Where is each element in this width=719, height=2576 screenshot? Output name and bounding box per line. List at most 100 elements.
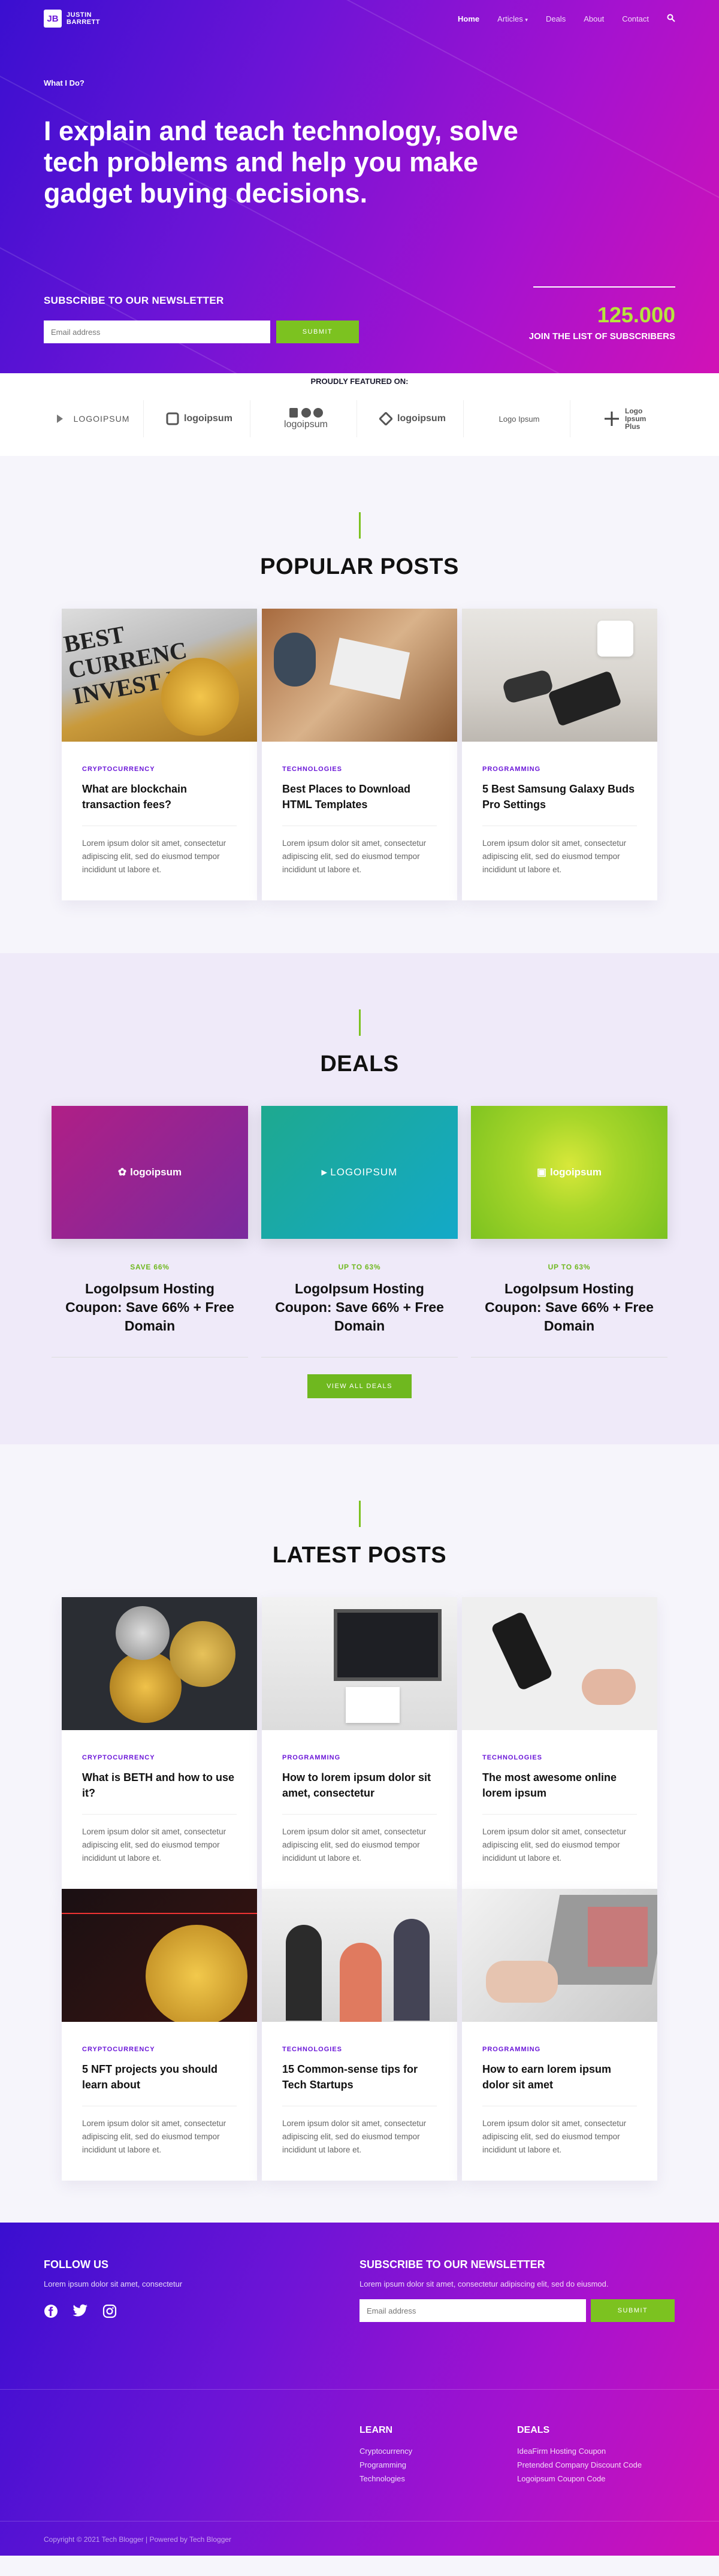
deal-card[interactable]: ✿ logoipsum SAVE 66% LogoIpsum Hosting C… — [52, 1106, 248, 1357]
post-card[interactable]: CRYPTOCURRENCY 5 NFT projects you should… — [62, 1889, 257, 2181]
logo-text: JUSTIN BARRETT — [67, 11, 101, 26]
footer: FOLLOW US Lorem ipsum dolor sit amet, co… — [0, 2223, 719, 2556]
post-excerpt: Lorem ipsum dolor sit amet, consectetur … — [282, 839, 427, 874]
post-category[interactable]: TECHNOLOGIES — [482, 1754, 637, 1761]
logo-icon: ▸ — [321, 1166, 327, 1178]
post-image-desk-work — [262, 609, 457, 742]
post-title[interactable]: The most awesome online lorem ipsum — [482, 1770, 637, 1801]
newsletter-submit-button[interactable]: SUBMIT — [276, 321, 359, 343]
hero-eyebrow: What I Do? — [44, 78, 84, 87]
post-image-coins — [62, 1597, 257, 1730]
post-category[interactable]: TECHNOLOGIES — [282, 2046, 437, 2053]
footer-submit-button[interactable]: SUBMIT — [591, 2299, 675, 2322]
site-logo[interactable]: JB JUSTIN BARRETT — [44, 10, 108, 28]
featured-logo-3-text: logoipsum — [284, 419, 328, 430]
post-category[interactable]: CRYPTOCURRENCY — [82, 1754, 237, 1761]
deals-link[interactable]: Pretended Company Discount Code — [517, 2460, 642, 2469]
post-title[interactable]: What is BETH and how to use it? — [82, 1770, 237, 1801]
post-category[interactable]: PROGRAMMING — [282, 1754, 437, 1761]
learn-link[interactable]: Programming — [360, 2460, 412, 2469]
nav-about[interactable]: About — [584, 14, 604, 23]
twitter-icon[interactable] — [72, 2304, 88, 2321]
card-divider — [82, 1814, 237, 1815]
main-nav: JB JUSTIN BARRETT Home Articles ▾ Deals … — [0, 0, 719, 37]
post-image-phone-hands — [462, 1597, 657, 1730]
post-title[interactable]: How to earn lorem ipsum dolor sit amet — [482, 2061, 637, 2093]
post-category[interactable]: PROGRAMMING — [482, 766, 637, 773]
featured-logo-5-text: Logo Ipsum — [499, 414, 540, 424]
featured-logo-2: logoipsum — [149, 400, 250, 437]
featured-logo-1-text: LOGOIPSUM — [73, 414, 130, 424]
deal-logo-text: logoipsum — [130, 1166, 182, 1178]
nav-deals[interactable]: Deals — [546, 14, 566, 23]
subscriber-count: 125.000 — [597, 303, 675, 327]
newsletter-email-input[interactable] — [44, 321, 270, 343]
subscriber-label: JOIN THE LIST OF SUBSCRIBERS — [528, 331, 675, 341]
post-card[interactable]: PROGRAMMING How to lorem ipsum dolor sit… — [262, 1597, 457, 1889]
search-icon[interactable] — [667, 14, 675, 24]
post-title[interactable]: What are blockchain transaction fees? — [82, 781, 237, 812]
post-image-bitcoin-chart — [62, 1889, 257, 2022]
footer-deals-title: DEALS — [517, 2425, 550, 2435]
deals-link[interactable]: Logoipsum Coupon Code — [517, 2474, 642, 2483]
view-all-deals-button[interactable]: VIEW ALL DEALS — [307, 1374, 412, 1398]
post-category[interactable]: CRYPTOCURRENCY — [82, 2046, 237, 2053]
section-divider — [358, 512, 361, 539]
follow-title: FOLLOW US — [44, 2258, 108, 2270]
post-category[interactable]: CRYPTOCURRENCY — [82, 766, 237, 773]
nav-home[interactable]: Home — [458, 14, 479, 23]
deal-title[interactable]: LogoIpsum Hosting Coupon: Save 66% + Fre… — [64, 1280, 236, 1335]
nav-articles[interactable]: Articles ▾ — [497, 14, 528, 23]
post-card[interactable]: CRYPTOCURRENCY What is BETH and how to u… — [62, 1597, 257, 1889]
deal-title[interactable]: LogoIpsum Hosting Coupon: Save 66% + Fre… — [273, 1280, 446, 1335]
latest-posts: LATEST POSTS CRYPTOCURRENCY What is BETH… — [0, 1444, 719, 2223]
deal-card[interactable]: ▣ logoipsum UP TO 63% LogoIpsum Hosting … — [471, 1106, 667, 1357]
post-title[interactable]: How to lorem ipsum dolor sit amet, conse… — [282, 1770, 437, 1801]
footer-email-input[interactable] — [360, 2299, 586, 2322]
footer-divider — [0, 2389, 719, 2390]
featured-logo-1: LOGOIPSUM — [42, 400, 144, 437]
nav-contact[interactable]: Contact — [622, 14, 649, 23]
post-card[interactable]: TECHNOLOGIES 15 Common-sense tips for Te… — [262, 1889, 457, 2181]
featured-logo-6: Logo Ipsum Plus — [575, 400, 677, 437]
card-divider — [482, 1814, 637, 1815]
popular-posts: POPULAR POSTS BEST CURRENC INVEST IN CRYPT… — [0, 456, 719, 953]
deal-title[interactable]: LogoIpsum Hosting Coupon: Save 66% + Fre… — [483, 1280, 655, 1335]
learn-link[interactable]: Cryptocurrency — [360, 2447, 412, 2456]
post-title[interactable]: 15 Common-sense tips for Tech Startups — [282, 2061, 437, 2093]
footer-newsletter-title: SUBSCRIBE TO OUR NEWSLETTER — [360, 2258, 545, 2270]
subscriber-divider — [533, 286, 675, 288]
post-title[interactable]: Best Places to Download HTML Templates — [282, 781, 437, 812]
deals-section: DEALS ✿ logoipsum SAVE 66% LogoIpsum Hos… — [0, 953, 719, 1444]
post-card[interactable]: PROGRAMMING 5 Best Samsung Galaxy Buds P… — [462, 609, 657, 900]
post-card[interactable]: BEST CURRENC INVEST IN CRYPTOCURRENCY What… — [62, 609, 257, 900]
deals-link[interactable]: IdeaFirm Hosting Coupon — [517, 2447, 642, 2456]
learn-link[interactable]: Technologies — [360, 2474, 412, 2483]
featured-logo-6-text: Logo Ipsum Plus — [625, 406, 647, 431]
post-excerpt: Lorem ipsum dolor sit amet, consectetur … — [482, 2119, 627, 2154]
post-excerpt: Lorem ipsum dolor sit amet, consectetur … — [482, 839, 627, 874]
post-category[interactable]: PROGRAMMING — [482, 2046, 637, 2053]
instagram-icon[interactable] — [102, 2304, 117, 2321]
post-card[interactable]: PROGRAMMING How to earn lorem ipsum dolo… — [462, 1889, 657, 2181]
deal-logo-text: LOGOIPSUM — [330, 1166, 398, 1178]
post-image-laptop-code — [262, 1597, 457, 1730]
post-category[interactable]: TECHNOLOGIES — [282, 766, 437, 773]
deal-badge: UP TO 63% — [548, 1263, 591, 1271]
post-card[interactable]: TECHNOLOGIES Best Places to Download HTM… — [262, 609, 457, 900]
deal-card[interactable]: ▸ LOGOIPSUM UP TO 63% LogoIpsum Hosting … — [261, 1106, 458, 1357]
post-excerpt: Lorem ipsum dolor sit amet, consectetur … — [82, 839, 226, 874]
follow-text: Lorem ipsum dolor sit amet, consectetur — [44, 2279, 183, 2288]
post-title[interactable]: 5 NFT projects you should learn about — [82, 2061, 237, 2093]
post-title[interactable]: 5 Best Samsung Galaxy Buds Pro Settings — [482, 781, 637, 812]
post-excerpt: Lorem ipsum dolor sit amet, consectetur … — [82, 1827, 226, 1863]
facebook-icon[interactable] — [44, 2304, 58, 2321]
newsletter-title: SUBSCRIBE TO OUR NEWSLETTER — [44, 295, 224, 306]
deal-image: ✿ logoipsum — [52, 1106, 248, 1239]
deal-badge: UP TO 63% — [338, 1263, 381, 1271]
post-card[interactable]: TECHNOLOGIES The most awesome online lor… — [462, 1597, 657, 1889]
featured-on: PROUDLY FEATURED ON: LOGOIPSUM logoipsum… — [0, 373, 719, 456]
featured-logo-3: logoipsum — [255, 400, 357, 437]
card-divider — [282, 1814, 437, 1815]
featured-logo-2-text: logoipsum — [184, 413, 232, 424]
